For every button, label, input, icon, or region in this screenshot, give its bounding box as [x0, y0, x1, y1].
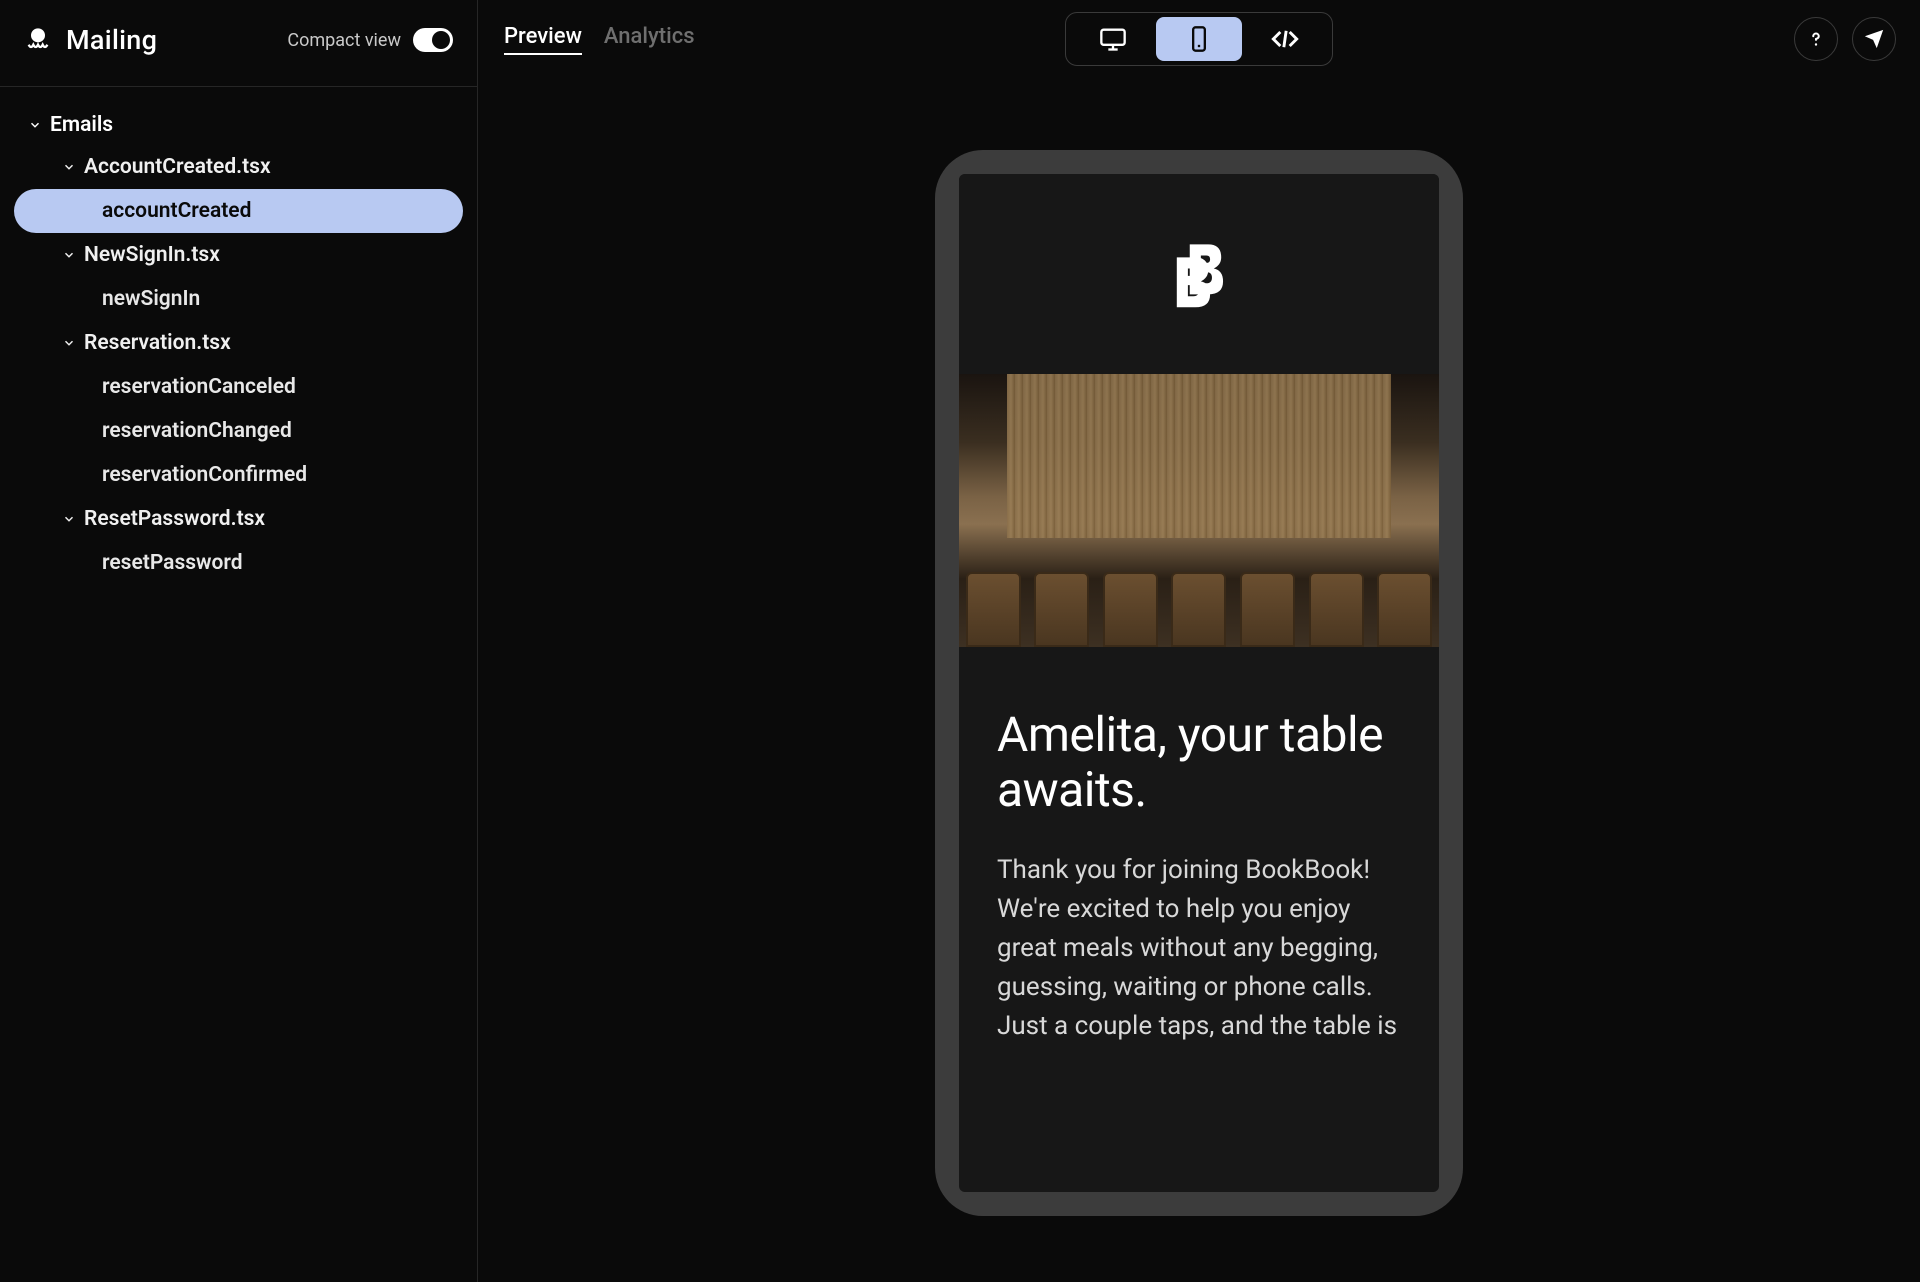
send-button[interactable] [1852, 17, 1896, 61]
tabs: Preview Analytics [504, 24, 695, 55]
tree-item-reservationcanceled[interactable]: reservationCanceled [14, 365, 463, 409]
brand-name: Mailing [66, 24, 157, 56]
tab-preview[interactable]: Preview [504, 24, 582, 55]
view-mobile-button[interactable] [1156, 17, 1242, 61]
toggle-switch[interactable] [413, 28, 453, 52]
brand-icon [24, 26, 52, 54]
tree-item-reservationconfirmed[interactable]: reservationConfirmed [14, 453, 463, 497]
sidebar-header: Mailing Compact view [0, 0, 477, 87]
tree-root-label: Emails [50, 113, 113, 137]
tree-item-newsignin[interactable]: newSignIn [14, 277, 463, 321]
compact-view-toggle[interactable]: Compact view [287, 28, 453, 52]
main: Preview Analytics [478, 0, 1920, 1282]
tree-file-resetpassword[interactable]: ResetPassword.tsx [14, 497, 463, 541]
code-icon [1271, 25, 1299, 53]
tree-file-label: AccountCreated.tsx [84, 155, 271, 179]
tree-file-label: ResetPassword.tsx [84, 507, 265, 531]
email-body: Amelita, your table awaits. Thank you fo… [959, 647, 1439, 1066]
email-header [959, 174, 1439, 374]
chevron-down-icon [62, 248, 76, 262]
chevron-down-icon [28, 118, 42, 132]
monitor-icon [1099, 25, 1127, 53]
chevron-down-icon [62, 336, 76, 350]
help-icon [1805, 28, 1827, 50]
tree-item-resetpassword[interactable]: resetPassword [14, 541, 463, 585]
phone-frame: Amelita, your table awaits. Thank you fo… [935, 150, 1463, 1216]
chevron-down-icon [62, 512, 76, 526]
chevron-down-icon [62, 160, 76, 174]
tree-item-label: reservationChanged [102, 419, 292, 443]
tree-item-label: resetPassword [102, 551, 243, 575]
compact-view-label: Compact view [287, 30, 401, 51]
view-code-button[interactable] [1242, 17, 1328, 61]
preview-area: Amelita, your table awaits. Thank you fo… [478, 78, 1920, 1282]
email-heading: Amelita, your table awaits. [997, 707, 1401, 817]
tree-item-label: newSignIn [102, 287, 200, 311]
view-desktop-button[interactable] [1070, 17, 1156, 61]
tree-file-label: Reservation.tsx [84, 331, 231, 355]
sidebar: Mailing Compact view Emails AccountCreat… [0, 0, 478, 1282]
topbar: Preview Analytics [478, 0, 1920, 78]
brand[interactable]: Mailing [24, 24, 157, 56]
phone-screen: Amelita, your table awaits. Thank you fo… [959, 174, 1439, 1192]
tree-file-reservation[interactable]: Reservation.tsx [14, 321, 463, 365]
tab-analytics[interactable]: Analytics [604, 24, 695, 55]
help-button[interactable] [1794, 17, 1838, 61]
tree-file-label: NewSignIn.tsx [84, 243, 220, 267]
tree-file-accountcreated[interactable]: AccountCreated.tsx [14, 145, 463, 189]
toggle-knob [432, 31, 450, 49]
email-hero-image [959, 374, 1439, 647]
tree-item-label: reservationCanceled [102, 375, 296, 399]
tree-item-reservationchanged[interactable]: reservationChanged [14, 409, 463, 453]
top-actions [1794, 17, 1896, 61]
view-switch [1065, 12, 1333, 66]
tree-root-emails[interactable]: Emails [14, 105, 463, 145]
bookbook-logo [1162, 237, 1236, 311]
send-icon [1863, 28, 1885, 50]
smartphone-icon [1185, 25, 1213, 53]
tree-item-label: reservationConfirmed [102, 463, 307, 487]
tree-file-newsignin[interactable]: NewSignIn.tsx [14, 233, 463, 277]
email-text: Thank you for joining BookBook! We're ex… [997, 851, 1401, 1046]
tree-item-accountcreated[interactable]: accountCreated [14, 189, 463, 233]
email-tree: Emails AccountCreated.tsx accountCreated… [0, 87, 477, 603]
tree-item-label: accountCreated [102, 199, 251, 223]
